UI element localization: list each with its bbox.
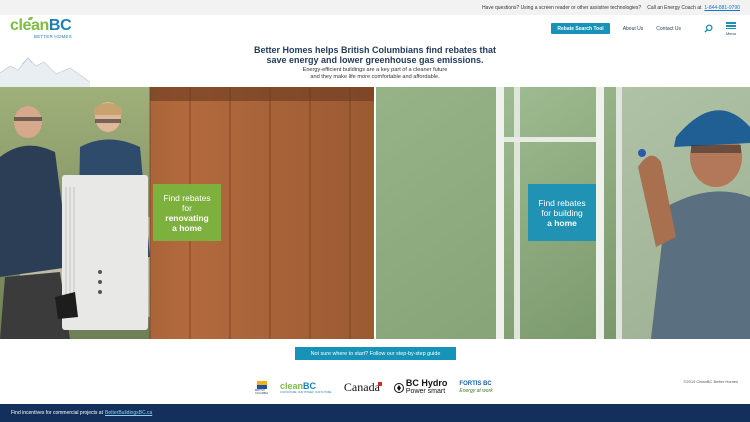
menu-button[interactable]: Menu bbox=[724, 21, 738, 36]
logo-subtitle: BETTER HOMES bbox=[34, 34, 72, 39]
building-panel[interactable]: Find rebates for building a home bbox=[376, 87, 750, 339]
search-icon[interactable] bbox=[703, 24, 713, 34]
contact-us-link[interactable]: Contact Us bbox=[656, 26, 681, 32]
page: Have questions? Using a screen reader or… bbox=[0, 0, 750, 422]
hero-title-line-1: Better Homes helps British Columbians fi… bbox=[253, 45, 497, 55]
hero-subtitle-line-1: Energy-efficient buildings are a key par… bbox=[302, 67, 448, 73]
partner-logos: BRITISH COLUMBIA cleanBC OUR NATURE. OUR… bbox=[255, 375, 505, 400]
mountain-illustration bbox=[0, 57, 90, 88]
cta-renovating-line-4: a home bbox=[172, 222, 202, 233]
hamburger-icon bbox=[726, 21, 736, 31]
hero-title-line-2: save energy and lower greenhouse gas emi… bbox=[266, 55, 484, 65]
commercial-footer-bar: Find incentives for commercial projects … bbox=[0, 404, 750, 422]
commercial-incentives-text: Find incentives for commercial projects … bbox=[11, 410, 103, 416]
bc-government-logo[interactable]: BRITISH COLUMBIA bbox=[255, 380, 268, 395]
find-rebates-building-button[interactable]: Find rebates for building a home bbox=[528, 184, 596, 241]
step-by-step-guide-button[interactable]: Not sure where to start? Follow our step… bbox=[295, 347, 456, 360]
renovating-panel[interactable]: Find rebates for renovating a home bbox=[0, 87, 374, 339]
cta-renovating-line-3: renovating bbox=[165, 212, 209, 223]
cta-renovating-line-1: Find rebates bbox=[163, 192, 211, 203]
find-rebates-renovating-button[interactable]: Find rebates for renovating a home bbox=[153, 184, 221, 241]
energy-coach-text: Call an Energy Coach at bbox=[647, 4, 702, 11]
cleanbc-partner-logo[interactable]: cleanBC OUR NATURE. OUR POWER. OUR FUTUR… bbox=[280, 381, 332, 394]
logo-bc-text: BC bbox=[48, 17, 72, 34]
copyright-text: ©2019 CleanBC Better Homes bbox=[683, 379, 738, 384]
about-us-link[interactable]: About Us bbox=[623, 26, 644, 32]
phone-link[interactable]: 1-844-881-9790 bbox=[704, 5, 740, 11]
menu-label: Menu bbox=[725, 31, 736, 37]
bc-hydro-icon bbox=[393, 382, 404, 393]
cta-building-line-3: a home bbox=[547, 217, 577, 228]
canada-wordmark[interactable]: Canada bbox=[344, 380, 382, 395]
bc-hydro-logo[interactable]: BC Hydro Power smart bbox=[393, 379, 447, 396]
hero-text: Better Homes helps British Columbians fi… bbox=[200, 45, 550, 81]
rebate-search-tool-button[interactable]: Rebate Search Tool bbox=[551, 23, 610, 35]
cta-building-line-2: for building bbox=[541, 207, 583, 218]
accessibility-help-text: Have questions? Using a screen reader or… bbox=[481, 4, 642, 11]
better-buildings-link[interactable]: BetterBuildingsBC.ca bbox=[105, 410, 152, 416]
site-header: cleanBC BETTER HOMES Rebate Search Tool … bbox=[0, 15, 750, 45]
bc-crest-icon bbox=[256, 380, 267, 389]
cta-renovating-line-2: for bbox=[182, 202, 192, 213]
utility-bar: Have questions? Using a screen reader or… bbox=[0, 0, 750, 15]
cleanbc-logo[interactable]: cleanBC BETTER HOMES bbox=[10, 17, 72, 39]
hero-subtitle-line-2: and they make life more comfortable and … bbox=[310, 74, 440, 80]
maple-leaf-icon bbox=[377, 382, 382, 386]
fortisbc-logo[interactable]: FORTIS BC Energy at work bbox=[459, 381, 492, 394]
cta-building-line-1: Find rebates bbox=[538, 197, 586, 208]
main-nav: Rebate Search Tool About Us Contact Us M… bbox=[551, 21, 738, 36]
